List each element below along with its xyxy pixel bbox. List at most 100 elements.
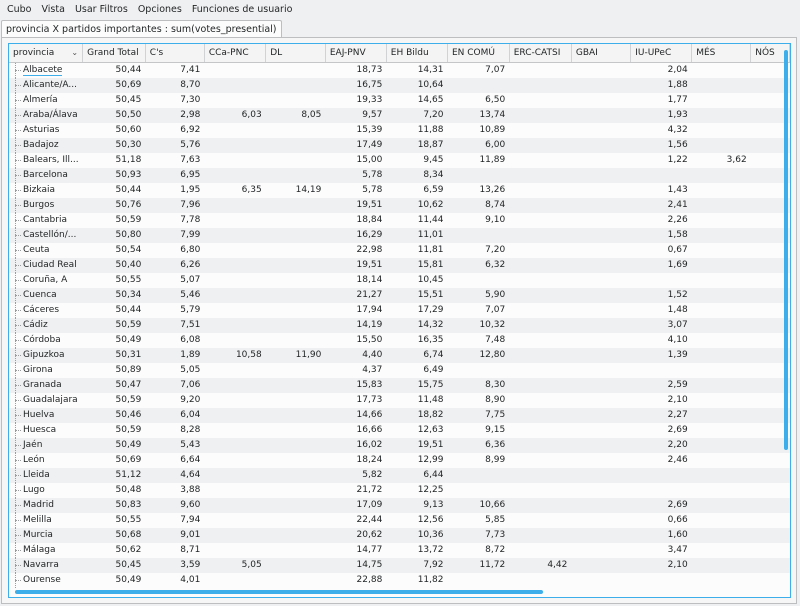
row-label-cell[interactable]: Badajoz <box>9 138 83 153</box>
row-label-cell[interactable]: Huelva <box>9 408 83 423</box>
value-cell[interactable] <box>266 453 326 468</box>
row-label-cell[interactable]: Cantabria <box>9 213 83 228</box>
value-cell[interactable] <box>750 558 790 573</box>
value-cell[interactable]: 8,05 <box>265 108 326 123</box>
value-cell[interactable]: 1,56 <box>630 138 692 153</box>
row-label-cell[interactable]: Ciudad Real <box>9 258 83 273</box>
value-cell[interactable] <box>266 153 326 168</box>
value-cell[interactable] <box>265 228 326 243</box>
value-cell[interactable]: 9,10 <box>447 213 509 228</box>
value-cell[interactable] <box>265 438 326 453</box>
value-cell[interactable]: 50,44 <box>83 303 146 318</box>
value-cell[interactable] <box>509 63 571 79</box>
value-cell[interactable]: 9,45 <box>386 153 447 168</box>
value-cell[interactable] <box>750 468 790 483</box>
value-cell[interactable] <box>204 288 266 303</box>
value-cell[interactable]: 50,40 <box>82 258 146 273</box>
value-cell[interactable] <box>204 198 266 213</box>
table-row[interactable]: Castellón/... 50,80 7,99 16,29 11,01 1,58 <box>9 228 790 243</box>
value-cell[interactable] <box>571 333 630 348</box>
value-cell[interactable]: 9,15 <box>447 423 509 438</box>
value-cell[interactable] <box>204 498 266 513</box>
row-label-cell[interactable]: Cádiz <box>9 318 83 333</box>
value-cell[interactable] <box>571 558 631 573</box>
value-cell[interactable]: 2,69 <box>630 498 692 513</box>
value-cell[interactable] <box>266 273 326 288</box>
value-cell[interactable]: 2,10 <box>631 393 692 408</box>
value-cell[interactable]: 50,93 <box>82 168 146 183</box>
column-header[interactable]: GBAI <box>571 44 632 63</box>
value-cell[interactable] <box>691 108 751 123</box>
value-cell[interactable]: 7,73 <box>447 528 510 543</box>
value-cell[interactable] <box>265 78 326 93</box>
value-cell[interactable]: 5,76 <box>145 138 205 153</box>
value-cell[interactable]: 9,13 <box>386 498 448 513</box>
row-label-cell[interactable]: Lugo <box>9 483 83 498</box>
column-header[interactable]: Grand Total <box>82 44 146 63</box>
value-cell[interactable]: 50,47 <box>82 378 146 393</box>
row-label-cell[interactable]: Navarra <box>9 558 83 573</box>
value-cell[interactable] <box>692 453 751 468</box>
value-cell[interactable]: 50,45 <box>83 93 146 108</box>
value-cell[interactable]: 14,19 <box>325 318 387 333</box>
value-cell[interactable] <box>204 318 266 333</box>
value-cell[interactable]: 19,33 <box>325 93 386 108</box>
value-cell[interactable]: 6,59 <box>386 183 447 198</box>
chevron-down-icon[interactable]: ⌄ <box>71 48 78 57</box>
value-cell[interactable] <box>692 363 751 378</box>
value-cell[interactable]: 6,80 <box>145 243 204 258</box>
value-cell[interactable]: 6,64 <box>145 453 204 468</box>
value-cell[interactable] <box>692 123 751 138</box>
value-cell[interactable] <box>265 198 326 213</box>
value-cell[interactable] <box>691 168 751 183</box>
table-row[interactable]: Córdoba 50,49 6,08 15,50 16,35 7,48 4,10 <box>9 333 790 348</box>
value-cell[interactable] <box>571 348 631 363</box>
value-cell[interactable]: 10,89 <box>447 123 509 138</box>
value-cell[interactable]: 4,64 <box>145 468 205 483</box>
value-cell[interactable]: 1,69 <box>630 258 692 273</box>
value-cell[interactable] <box>631 363 692 378</box>
value-cell[interactable] <box>509 93 571 108</box>
row-label-cell[interactable]: Almería <box>9 93 83 108</box>
value-cell[interactable] <box>692 543 751 558</box>
value-cell[interactable]: 15,81 <box>386 258 448 273</box>
value-cell[interactable] <box>447 483 509 498</box>
table-row[interactable]: Cáceres 50,44 5,79 17,94 17,29 7,07 1,48 <box>9 303 790 318</box>
value-cell[interactable]: 4,10 <box>631 333 692 348</box>
value-cell[interactable] <box>571 438 631 453</box>
value-cell[interactable]: 18,24 <box>325 453 386 468</box>
value-cell[interactable]: 9,01 <box>145 528 205 543</box>
value-cell[interactable]: 50,59 <box>83 393 146 408</box>
value-cell[interactable]: 3,47 <box>631 543 692 558</box>
value-cell[interactable] <box>266 333 326 348</box>
value-cell[interactable]: 2,41 <box>630 198 692 213</box>
row-label-cell[interactable]: Huesca <box>9 423 83 438</box>
value-cell[interactable]: 4,37 <box>325 363 386 378</box>
value-cell[interactable]: 50,60 <box>83 123 146 138</box>
value-cell[interactable]: 5,46 <box>145 288 205 303</box>
value-cell[interactable] <box>692 513 751 528</box>
value-cell[interactable]: 5,79 <box>145 303 204 318</box>
value-cell[interactable] <box>509 78 572 93</box>
value-cell[interactable] <box>751 453 790 468</box>
value-cell[interactable]: 6,26 <box>145 258 205 273</box>
value-cell[interactable]: 6,49 <box>386 363 447 378</box>
value-cell[interactable]: 10,62 <box>386 198 448 213</box>
value-cell[interactable]: 15,50 <box>325 333 386 348</box>
value-cell[interactable]: 5,05 <box>204 558 266 573</box>
value-cell[interactable]: 14,65 <box>386 93 447 108</box>
value-cell[interactable] <box>509 543 571 558</box>
value-cell[interactable]: 1,39 <box>630 348 692 363</box>
row-label-cell[interactable]: Guadalajara <box>9 393 83 408</box>
value-cell[interactable]: 14,77 <box>325 543 386 558</box>
value-cell[interactable]: 19,51 <box>325 258 387 273</box>
value-cell[interactable]: 2,26 <box>631 213 692 228</box>
value-cell[interactable]: 22,98 <box>325 243 386 258</box>
value-cell[interactable] <box>204 453 265 468</box>
value-cell[interactable]: 2,46 <box>631 453 692 468</box>
value-cell[interactable] <box>571 288 631 303</box>
value-cell[interactable]: 1,48 <box>631 303 692 318</box>
value-cell[interactable]: 18,82 <box>386 408 448 423</box>
value-cell[interactable]: 4,40 <box>325 348 387 363</box>
value-cell[interactable] <box>571 393 630 408</box>
